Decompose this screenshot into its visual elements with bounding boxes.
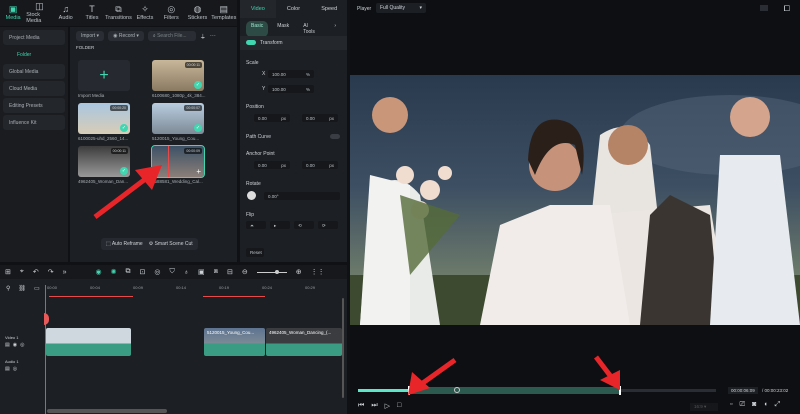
annotation-arrows [93, 165, 620, 395]
